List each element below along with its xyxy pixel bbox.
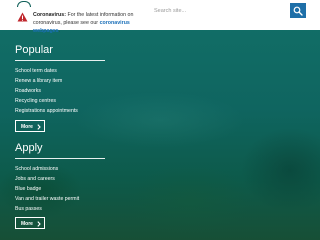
popular-heading: Popular [15,44,53,56]
popular-link-roadworks[interactable]: Roadworks [15,86,105,96]
popular-section: Popular School term dates Renew a librar… [15,44,105,116]
apply-link-jobs-and-careers[interactable]: Jobs and careers [15,174,105,184]
notice-text-end: . [58,28,61,34]
logo[interactable] [17,1,31,7]
apply-link-van-trailer-permit[interactable]: Van and trailer waste permit [15,194,105,204]
warning-triangle-icon [17,12,28,22]
search-icon [293,6,303,16]
apply-heading: Apply [15,142,43,154]
notice-title: Coronavirus: [33,12,66,18]
apply-link-school-admissions[interactable]: School admissions [15,164,105,174]
header-bar: Coronavirus: For the latest information … [0,0,320,34]
apply-section: Apply School admissions Jobs and careers… [15,142,105,214]
popular-link-registrations-appointments[interactable]: Registrations appointments [15,106,105,116]
apply-more-button[interactable]: More [15,217,45,229]
apply-link-blue-badge[interactable]: Blue badge [15,184,105,194]
popular-link-recycling-centres[interactable]: Recycling centres [15,96,105,106]
apply-more-label: More [21,220,33,227]
popular-links: School term dates Renew a library item R… [15,66,105,116]
popular-more-button[interactable]: More [15,120,45,132]
search-input[interactable] [150,5,290,17]
popular-link-renew-library-item[interactable]: Renew a library item [15,76,105,86]
popular-link-school-term-dates[interactable]: School term dates [15,66,105,76]
chevron-right-icon [37,124,41,130]
popular-divider [15,60,105,61]
search-button[interactable] [290,3,306,18]
apply-divider [15,158,105,159]
chevron-right-icon [37,221,41,227]
coronavirus-notice: Coronavirus: For the latest information … [33,11,145,35]
popular-more-label: More [21,123,33,130]
apply-links: School admissions Jobs and careers Blue … [15,164,105,214]
apply-link-bus-passes[interactable]: Bus passes [15,204,105,214]
